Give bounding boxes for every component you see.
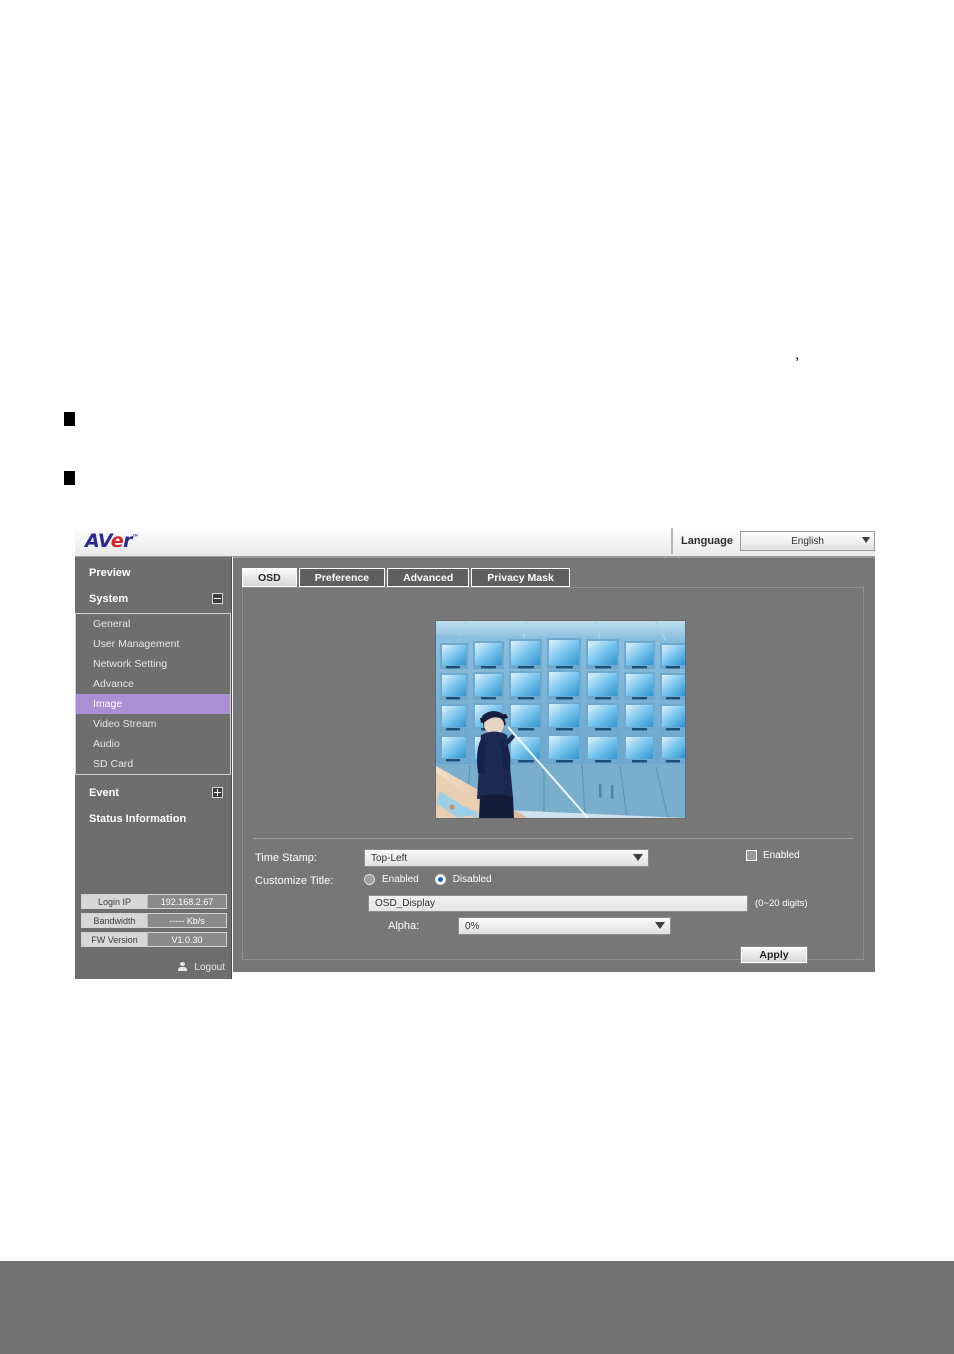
tab-privacy-mask[interactable]: Privacy Mask xyxy=(471,568,570,587)
tab-preference[interactable]: Preference xyxy=(298,568,386,587)
tab-label: Preference xyxy=(314,571,370,584)
language-selector-group: Language English xyxy=(671,528,875,554)
video-preview-image xyxy=(436,621,685,818)
status-block: Login IP 192.168.2.67 Bandwidth ----- Kb… xyxy=(81,894,227,951)
time-stamp-enabled-group[interactable]: Enabled xyxy=(746,850,800,861)
sidebar-submenu-system: General User Management Network Setting … xyxy=(75,613,231,775)
logout-label: Logout xyxy=(194,962,225,973)
user-icon xyxy=(178,962,188,973)
aver-logo: AVer™ xyxy=(85,530,139,552)
sidebar-item-label: General xyxy=(93,618,131,630)
tab-osd[interactable]: OSD xyxy=(242,568,297,587)
sidebar-item-network-setting[interactable]: Network Setting xyxy=(76,654,230,674)
sidebar-item-video-stream[interactable]: Video Stream xyxy=(76,714,230,734)
apply-label: Apply xyxy=(759,949,789,961)
chevron-down-icon xyxy=(862,537,870,543)
time-stamp-enabled-checkbox[interactable] xyxy=(746,850,757,861)
customize-disabled-radio[interactable] xyxy=(434,874,446,885)
status-value: ----- Kb/s xyxy=(169,915,205,926)
document-bullet xyxy=(64,471,75,485)
tab-advanced[interactable]: Advanced xyxy=(387,568,470,587)
sidebar-item-advance[interactable]: Advance xyxy=(76,674,230,694)
header-bar: AVer™ Language English xyxy=(75,527,875,557)
status-value: V1.0.30 xyxy=(171,934,203,945)
status-row-login-ip: Login IP 192.168.2.67 xyxy=(81,894,227,909)
logo-text-av: AV xyxy=(85,530,111,552)
sidebar-item-label: Network Setting xyxy=(93,658,168,670)
customize-title-radio-group: Enabled Disabled xyxy=(364,874,501,885)
sidebar-item-label: Audio xyxy=(93,738,120,750)
time-stamp-select[interactable]: Top-Left xyxy=(364,849,649,867)
status-key: FW Version xyxy=(82,933,148,946)
sidebar: Preview System General User Management N… xyxy=(75,557,232,979)
sidebar-item-label: User Management xyxy=(93,638,180,650)
customize-title-label: Customize Title: xyxy=(255,875,334,887)
sidebar-item-status-information[interactable]: Status Information xyxy=(75,808,231,829)
chevron-down-icon xyxy=(655,922,665,929)
osd-title-value: OSD_Display xyxy=(375,898,436,909)
video-preview[interactable] xyxy=(435,620,686,819)
logo-text-r: r xyxy=(123,530,133,552)
customize-enabled-label: Enabled xyxy=(382,874,419,885)
sidebar-item-label: SD Card xyxy=(93,758,134,770)
tab-label: Advanced xyxy=(403,571,454,584)
language-label: Language xyxy=(681,535,733,547)
document-bullet xyxy=(64,412,75,426)
customize-enabled-radio[interactable] xyxy=(364,874,375,885)
stray-comma-mark: , xyxy=(795,346,800,363)
collapse-minus-icon[interactable] xyxy=(212,593,223,604)
sidebar-item-preview[interactable]: Preview xyxy=(75,562,231,583)
time-stamp-label: Time Stamp: xyxy=(255,852,317,864)
sidebar-item-sd-card[interactable]: SD Card xyxy=(76,754,230,774)
apply-button[interactable]: Apply xyxy=(740,946,808,964)
language-select[interactable]: English xyxy=(740,531,875,551)
sidebar-item-label: System xyxy=(89,592,129,605)
sidebar-item-image[interactable]: Image xyxy=(76,694,230,714)
sidebar-item-label: Event xyxy=(89,786,119,799)
customize-disabled-label: Disabled xyxy=(452,874,492,885)
sidebar-item-user-management[interactable]: User Management xyxy=(76,634,230,654)
alpha-value: 0% xyxy=(465,920,480,932)
status-row-fw-version: FW Version V1.0.30 xyxy=(81,932,227,947)
camera-web-ui-window: AVer™ Language English Preview System Ge… xyxy=(75,527,875,979)
status-value: 192.168.2.67 xyxy=(160,896,214,907)
sidebar-item-label: Preview xyxy=(89,566,131,579)
tab-label: Privacy Mask xyxy=(487,571,554,584)
logo-trademark: ™ xyxy=(132,533,139,542)
sidebar-item-label: Advance xyxy=(93,678,134,690)
status-row-bandwidth: Bandwidth ----- Kb/s xyxy=(81,913,227,928)
sidebar-item-audio[interactable]: Audio xyxy=(76,734,230,754)
chevron-down-icon xyxy=(633,854,643,861)
alpha-label: Alpha: xyxy=(388,920,420,932)
sidebar-item-general[interactable]: General xyxy=(76,614,230,634)
osd-title-hint: (0~20 digits) xyxy=(755,898,808,909)
osd-settings-panel: Time Stamp: Top-Left Enabled Customize T… xyxy=(242,587,864,964)
status-key: Login IP xyxy=(82,895,148,908)
alpha-select[interactable]: 0% xyxy=(458,917,671,935)
tab-bar: OSD Preference Advanced Privacy Mask xyxy=(242,568,570,587)
status-key: Bandwidth xyxy=(82,914,148,927)
page-footer-band xyxy=(0,1261,954,1354)
language-selected-value: English xyxy=(791,535,824,547)
expand-plus-icon[interactable] xyxy=(212,787,223,798)
sidebar-item-label: Status Information xyxy=(89,812,187,825)
sidebar-item-label: Image xyxy=(93,698,123,710)
sidebar-item-system[interactable]: System xyxy=(75,588,231,609)
osd-title-input[interactable]: OSD_Display xyxy=(368,895,748,912)
logo-text-e: e xyxy=(110,530,124,552)
sidebar-item-label: Video Stream xyxy=(93,718,157,730)
logout-button[interactable]: Logout xyxy=(178,962,225,973)
tab-label: OSD xyxy=(258,571,281,584)
time-stamp-enabled-label: Enabled xyxy=(763,850,800,861)
time-stamp-value: Top-Left xyxy=(371,852,408,864)
content-panel: OSD Preference Advanced Privacy Mask Tim… xyxy=(233,557,875,972)
sidebar-item-event[interactable]: Event xyxy=(75,782,231,803)
form-divider xyxy=(253,838,853,839)
